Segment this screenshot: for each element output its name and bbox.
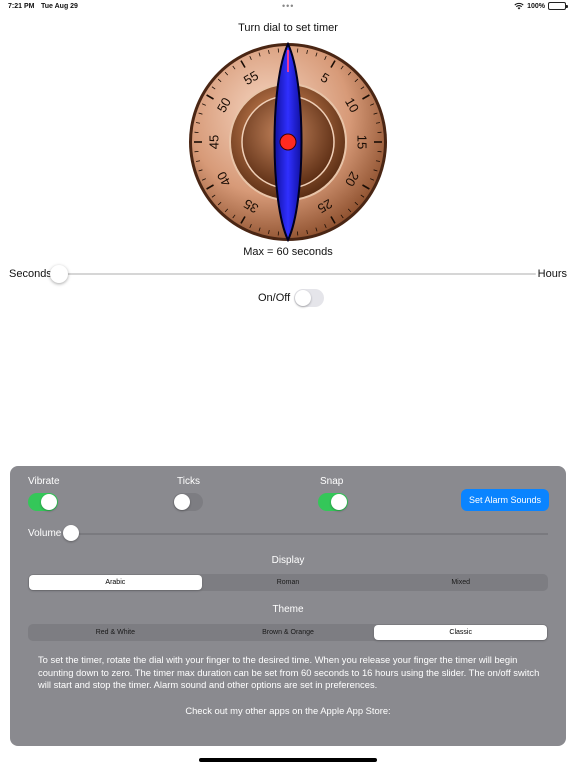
theme-title: Theme — [272, 604, 304, 615]
duration-range-row: Seconds Hours — [0, 265, 576, 283]
app-store-text: Check out my other apps on the Apple App… — [185, 705, 391, 716]
multitask-dots[interactable]: ••• — [282, 1, 294, 11]
theme-segmented-control: Red & White Brown & Orange Classic — [28, 624, 548, 641]
display-title: Display — [271, 555, 305, 566]
status-date: Tue Aug 29 — [41, 3, 78, 10]
display-option-roman[interactable]: Roman — [202, 575, 375, 590]
volume-slider-thumb[interactable] — [63, 525, 79, 541]
ticks-switch[interactable] — [173, 493, 203, 511]
set-alarm-sounds-button[interactable]: Set Alarm Sounds — [461, 489, 549, 511]
dial-number: 45 — [207, 135, 222, 149]
home-indicator[interactable] — [199, 758, 377, 762]
range-max-label: Hours — [537, 268, 567, 280]
status-time: 7:21 PM — [8, 3, 35, 10]
duration-slider[interactable] — [52, 273, 536, 275]
theme-option-classic[interactable]: Classic — [374, 625, 548, 640]
display-option-mixed[interactable]: Mixed — [374, 575, 547, 590]
ticks-label: Ticks — [177, 476, 200, 487]
volume-label: Volume — [28, 528, 62, 539]
timer-onoff-row: On/Off — [258, 289, 325, 307]
volume-slider[interactable] — [70, 533, 548, 535]
display-option-arabic[interactable]: Arabic — [29, 575, 202, 590]
vibrate-label: Vibrate — [28, 476, 60, 487]
snap-label: Snap — [320, 476, 344, 487]
duration-slider-thumb[interactable] — [50, 265, 68, 283]
display-segmented-control: Arabic Roman Mixed — [28, 574, 548, 591]
dial-center-pin — [279, 133, 297, 151]
preferences-panel: Vibrate Ticks Snap Set Alarm Sounds Volu… — [10, 466, 566, 746]
status-bar: 7:21 PM Tue Aug 29 ••• 100% — [0, 0, 576, 14]
help-text: To set the timer, rotate the dial with y… — [38, 654, 540, 690]
max-duration-label: Max = 60 seconds — [243, 246, 333, 258]
snap-switch[interactable] — [318, 493, 348, 511]
timer-dial[interactable]: 510152025303540455055 — [188, 42, 388, 242]
battery-percent: 100% — [527, 2, 545, 10]
dial-number: 15 — [355, 135, 370, 149]
timer-onoff-switch[interactable] — [294, 289, 325, 307]
onoff-label: On/Off — [258, 292, 291, 304]
theme-option-brown-orange[interactable]: Brown & Orange — [202, 625, 375, 640]
wifi-icon — [514, 2, 524, 10]
vibrate-switch[interactable] — [28, 493, 58, 511]
dial-title: Turn dial to set timer — [238, 22, 338, 34]
battery-icon — [548, 2, 568, 10]
status-right: 100% — [514, 2, 568, 10]
theme-option-red-white[interactable]: Red & White — [29, 625, 202, 640]
range-min-label: Seconds — [9, 268, 52, 280]
